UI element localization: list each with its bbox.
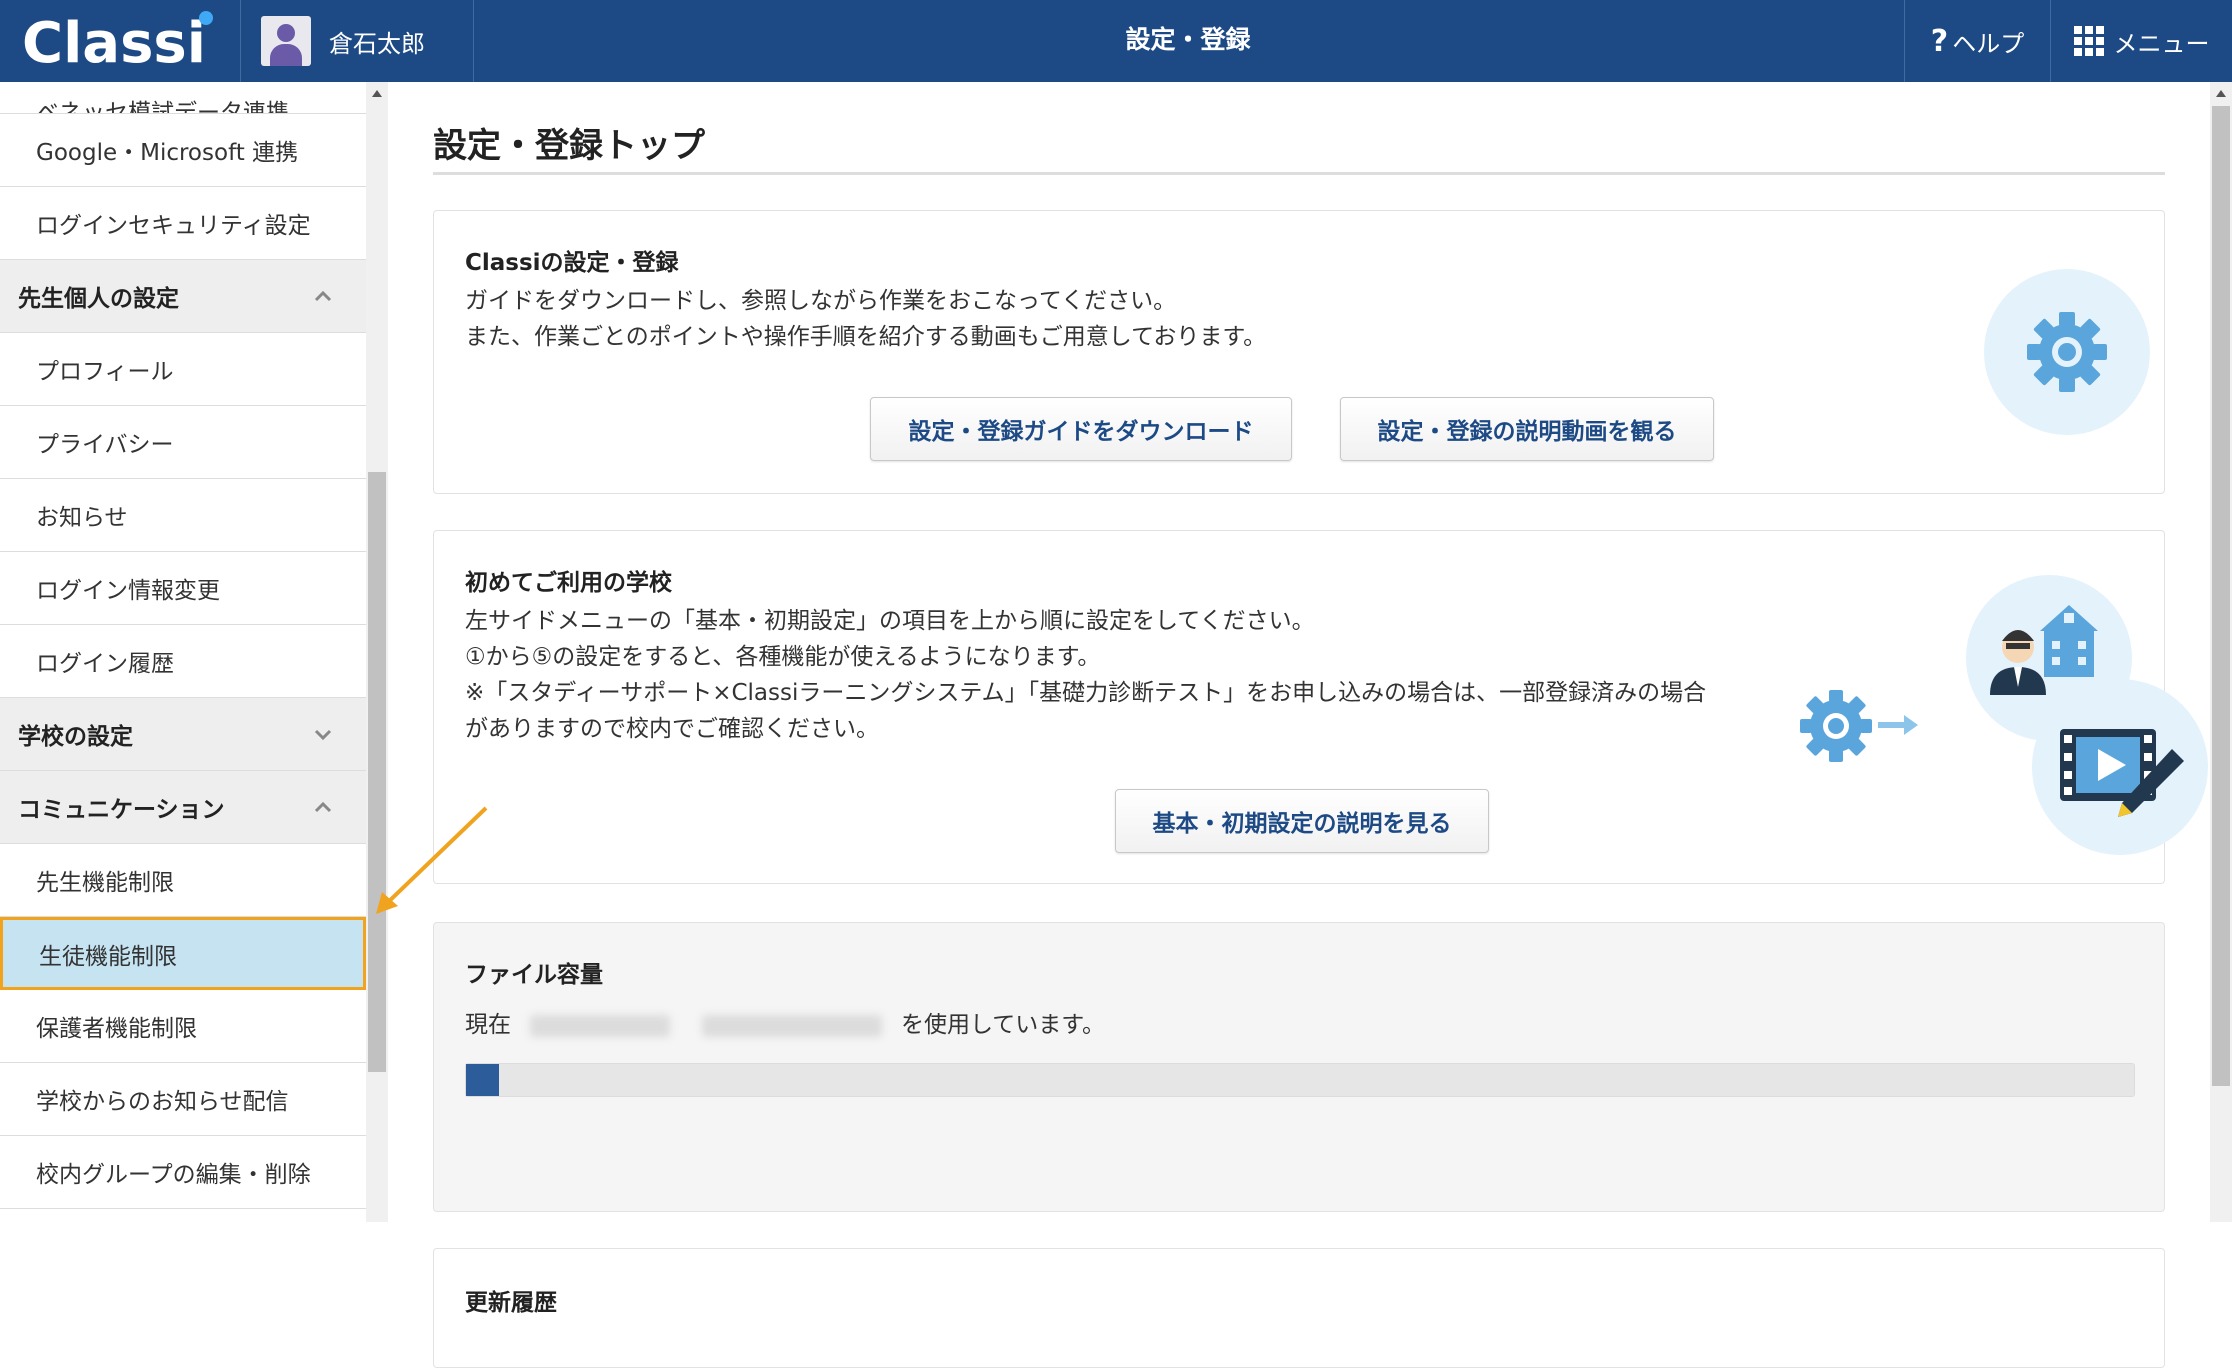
settings-illustration [1984,269,2150,435]
watch-video-button[interactable]: 設定・登録の説明動画を観る [1340,397,1714,461]
sidebar-item-label: ベネッセ模試データ連携 [36,100,289,114]
update-history-heading: 更新履歴 [465,1290,557,1316]
sidebar-section-label: 学校の設定 [18,724,133,750]
sidebar-item[interactable]: お知らせ [0,479,366,552]
sidebar-item-label: 校内グループの編集・削除 [36,1162,311,1188]
sidebar-item-label: 生徒機能制限 [39,943,177,970]
sidebar-item[interactable]: ログイン情報変更 [0,552,366,625]
first-time-text: 左サイドメニューの「基本・初期設定」の項目を上から順に設定をしてください。 ①か… [465,603,1706,747]
menu-button[interactable]: メニュー [2050,0,2232,82]
help-icon: ? [1930,23,1949,59]
first-time-line: がありますので校内でご確認ください。 [465,716,879,742]
main-content: 設定・登録トップ Classiの設定・登録 ガイドをダウンロードし、参照しながら… [388,82,2210,1368]
first-time-card: 初めてご利用の学校 左サイドメニューの「基本・初期設定」の項目を上から順に設定を… [433,530,2208,884]
file-capacity-progress-bar [465,1063,2135,1097]
gear-icon [2027,312,2107,392]
chevron-up-icon [314,801,332,813]
settings-guide-heading: Classiの設定・登録 [465,250,679,276]
sidebar-item-active[interactable]: 生徒機能制限 [0,917,366,990]
file-capacity-progress-fill [466,1064,500,1096]
main-scroll-up-arrow-icon[interactable] [2212,86,2230,102]
annotation-arrow-icon [376,806,488,914]
sidebar-item-label: お知らせ [36,505,128,531]
sidebar-section-label: コミュニケーション [18,797,225,823]
sidebar-item[interactable]: Google・Microsoft 連携 [0,114,366,187]
sidebar-section[interactable]: コミュニケーション [0,771,366,844]
scroll-up-arrow-icon[interactable] [368,86,386,102]
app-header: Classi 倉石太郎 設定・登録 ? ヘルプ メニュー [0,0,2232,82]
blurred-usage-value [701,1014,882,1037]
chevron-up-icon [314,290,332,302]
initial-setup-explanation-button[interactable]: 基本・初期設定の説明を見る [1115,789,1489,853]
blurred-usage-value [530,1014,671,1037]
download-guide-button[interactable]: 設定・登録ガイドをダウンロード [870,397,1292,461]
sidebar-item-label: 先生機能制限 [36,870,174,896]
sidebar-item-label: プライバシー [36,432,174,458]
video-edit-icon [2060,729,2184,817]
page-title: 設定・登録トップ [433,126,705,166]
sidebar-item-label: ログイン履歴 [36,651,174,677]
first-time-line: 左サイドメニューの「基本・初期設定」の項目を上から順に設定をしてください。 [465,608,1315,634]
file-capacity-heading: ファイル容量 [465,962,603,988]
user-avatar-icon [261,16,311,66]
grid-menu-icon [2073,26,2104,56]
help-label: ヘルプ [1952,29,2025,58]
sidebar-item[interactable]: ログインセキュリティ設定 [0,187,366,260]
settings-guide-line: また、作業ごとのポイントや操作手順を紹介する動画もご用意しております。 [465,324,1267,350]
settings-guide-text: ガイドをダウンロードし、参照しながら作業をおこなってください。 また、作業ごとの… [465,283,1266,355]
main-scrollbar-thumb[interactable] [2212,106,2230,1086]
page-header-title: 設定・登録 [1125,25,1251,54]
file-capacity-suffix: を使用しています。 [900,1012,1105,1038]
sidebar-item-label: プロフィール [36,359,174,385]
sidebar-item-label: 保護者機能制限 [36,1016,197,1042]
sidebar-item[interactable]: ログイン履歴 [0,625,366,698]
file-capacity-card: ファイル容量 現在 を使用しています。 [433,922,2165,1212]
first-time-line: ①から⑤の設定をすると、各種機能が使えるようになります。 [465,644,1101,670]
sidebar-item[interactable]: 校内グループの編集・削除 [0,1136,366,1209]
sidebar-item-label: Google・Microsoft 連携 [36,140,299,166]
sidebar-section[interactable]: 学校の設定 [0,698,366,771]
svg-text:Classi: Classi [22,11,206,76]
sidebar-item[interactable]: 保護者機能制限 [0,990,366,1063]
sidebar-item[interactable]: 先生機能制限 [0,844,366,917]
gear-arrow-icon [1800,690,1918,762]
sidebar-scrollbar-thumb[interactable] [368,472,386,1072]
first-time-line: ※「スタディーサポート×Classiラーニングシステム」「基礎力診断テスト」をお… [465,680,1707,706]
settings-guide-card: Classiの設定・登録 ガイドをダウンロードし、参照しながら作業をおこなってく… [433,210,2165,494]
sidebar-section[interactable]: 先生個人の設定 [0,260,366,333]
sidebar-item[interactable]: 学校からのお知らせ配信 [0,1063,366,1136]
sidebar-item-label: ログインセキュリティ設定 [36,213,311,239]
chevron-down-icon [314,729,332,741]
sidebar-item-label: ログイン情報変更 [36,578,220,604]
sidebar-item[interactable]: プロフィール [0,333,366,406]
video-illustration-circle [2032,679,2208,855]
sidebar-item[interactable]: ベネッセ模試データ連携 [0,82,366,114]
sidebar-item-label: 学校からのお知らせ配信 [36,1089,289,1115]
user-name: 倉石太郎 [329,29,425,58]
sidebar-item[interactable]: プライバシー [0,406,366,479]
classi-logo[interactable]: Classi [20,6,220,76]
sidebar-section-label: 先生個人の設定 [18,286,179,312]
file-capacity-prefix: 現在 [465,1012,511,1038]
update-history-card: 更新履歴 [433,1248,2165,1368]
help-button[interactable]: ? ヘルプ [1904,0,2050,82]
first-time-heading: 初めてご利用の学校 [465,570,672,596]
sidebar: ベネッセ模試データ連携 Google・Microsoft 連携 ログインセキュリティ… [0,82,366,1222]
file-capacity-text: 現在 を使用しています。 [465,1007,1105,1043]
title-divider [433,172,2165,175]
user-menu[interactable]: 倉石太郎 [240,0,474,82]
settings-guide-line: ガイドをダウンロードし、参照しながら作業をおこなってください。 [465,288,1177,314]
menu-label: メニュー [2113,29,2210,58]
